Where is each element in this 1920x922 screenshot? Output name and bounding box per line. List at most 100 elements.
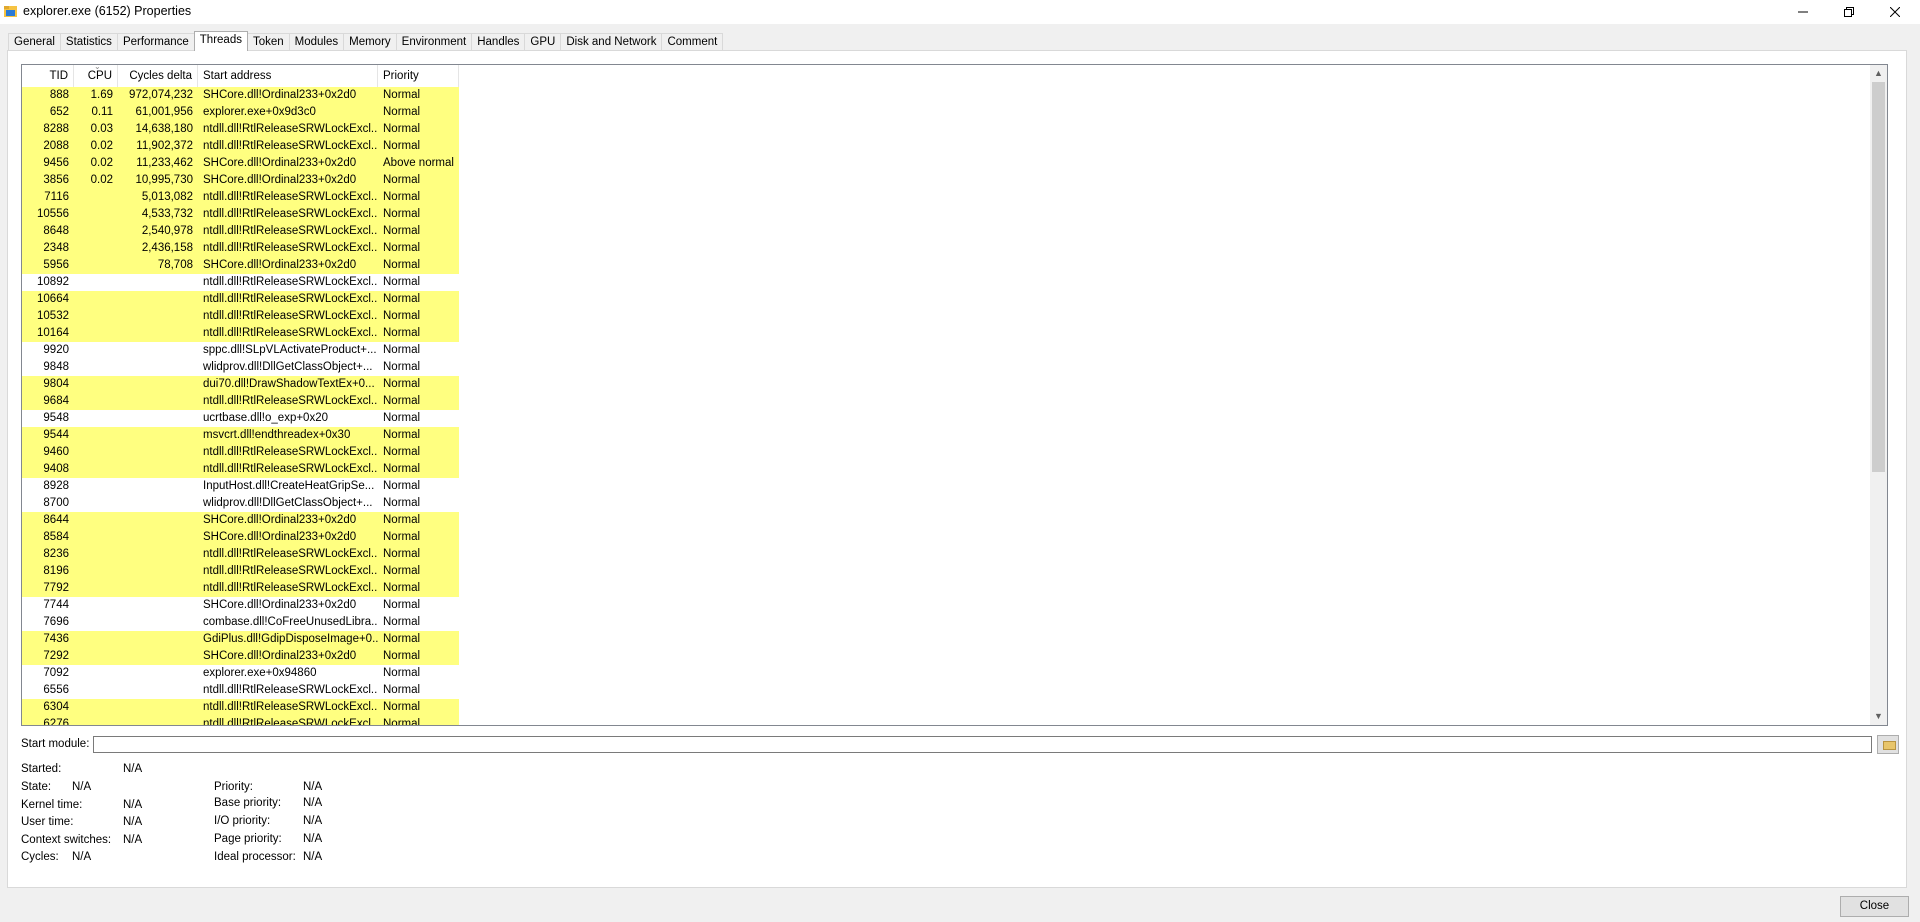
thread-priority: Normal [383,633,421,645]
scroll-up-icon[interactable]: ▲ [1870,65,1887,82]
table-row[interactable]: 8196 ntdll.dll!RtlReleaseSRWLockExcl... No… [22,563,459,580]
tab-modules[interactable]: Modules [288,33,345,51]
thread-priority: Normal [383,140,421,152]
close-icon[interactable] [1872,0,1917,24]
table-row[interactable]: 8584 SHCore.dll!Ordinal233+0x2d0 Normal [22,529,459,546]
thread-start-address: ntdll.dll!RtlReleaseSRWLockExcl... [203,582,378,594]
table-row[interactable]: 7436 GdiPlus.dll!GdipDisposeImage+0... Nor… [22,631,459,648]
tab-general[interactable]: General [8,33,61,51]
tab-threads[interactable]: Threads [193,31,248,51]
table-row[interactable]: 6304 ntdll.dll!RtlReleaseSRWLockExcl... No… [22,699,459,716]
thread-priority: Normal [383,667,421,679]
context-switches-label: Context switches: [21,834,112,846]
table-row[interactable]: 7792 ntdll.dll!RtlReleaseSRWLockExcl... No… [22,580,459,597]
thread-start-address: SHCore.dll!Ordinal233+0x2d0 [203,157,357,169]
table-row[interactable]: 9408 ntdll.dll!RtlReleaseSRWLockExcl... No… [22,461,459,478]
table-row[interactable]: 10664 ntdll.dll!RtlReleaseSRWLockExcl... N… [22,291,459,308]
table-row[interactable]: 8928 InputHost.dll!CreateHeatGripSe... Nor… [22,478,459,495]
thread-cpu [74,682,118,699]
table-row[interactable]: 9544 msvcrt.dll!endthreadex+0x30 Normal [22,427,459,444]
column-header-start-address[interactable]: Start address [198,65,378,87]
thread-tid: 8644 [43,514,69,526]
thread-cpu [74,308,118,325]
thread-tid: 7116 [44,191,69,203]
tab-environment[interactable]: Environment [395,33,473,51]
table-row[interactable]: 10892 ntdll.dll!RtlReleaseSRWLockExcl... N… [22,274,459,291]
thread-start-address: ntdll.dll!RtlReleaseSRWLockExcl... [203,140,378,152]
table-row[interactable]: 5956 78,708 SHCore.dll!Ordinal233+0x2d0 Nor… [22,257,459,274]
table-row[interactable]: 9456 0.02 11,233,462 SHCore.dll!Ordinal233+… [22,155,459,172]
table-row[interactable]: 7292 SHCore.dll!Ordinal233+0x2d0 Normal [22,648,459,665]
thread-cycles-delta [118,580,198,597]
column-header-cpu[interactable]: ⌄ CPU [74,65,118,87]
thread-cycles-delta [118,682,198,699]
table-row[interactable]: 9920 sppc.dll!SLpVLActivateProduct+... Nor… [22,342,459,359]
thread-start-address: ntdll.dll!RtlReleaseSRWLockExcl... [203,463,378,475]
table-row[interactable]: 8700 wlidprov.dll!DllGetClassObject+... No… [22,495,459,512]
table-row[interactable]: 8648 2,540,978 ntdll.dll!RtlReleaseSRWLock… [22,223,459,240]
start-module-field[interactable] [93,736,1872,753]
tab-comment[interactable]: Comment [661,33,724,51]
tab-memory[interactable]: Memory [343,33,397,51]
thread-start-address: ntdll.dll!RtlReleaseSRWLockExcl... [203,701,378,713]
close-button[interactable]: Close [1840,896,1909,917]
table-row[interactable]: 3856 0.02 10,995,730 SHCore.dll!Ordinal233+… [22,172,459,189]
column-header-cycles-delta[interactable]: Cycles delta [118,65,198,87]
thread-start-address: SHCore.dll!Ordinal233+0x2d0 [203,599,357,611]
table-row[interactable]: 9684 ntdll.dll!RtlReleaseSRWLockExcl... No… [22,393,459,410]
thread-start-address: SHCore.dll!Ordinal233+0x2d0 [203,89,357,101]
table-row[interactable]: 10556 4,533,732 ntdll.dll!RtlReleaseSRWLoc… [22,206,459,223]
table-row[interactable]: 10532 ntdll.dll!RtlReleaseSRWLockExcl... N… [22,308,459,325]
table-row[interactable]: 6556 ntdll.dll!RtlReleaseSRWLockExcl... No… [22,682,459,699]
page-priority-label: Page priority: [214,833,282,845]
table-row[interactable]: 8288 0.03 14,638,180 ntdll.dll!RtlReleaseSR… [22,121,459,138]
table-row[interactable]: 7092 explorer.exe+0x94860 Normal [22,665,459,682]
column-header-tid[interactable]: TID [22,65,74,87]
table-row[interactable]: 7744 SHCore.dll!Ordinal233+0x2d0 Normal [22,597,459,614]
vertical-scrollbar[interactable]: ▲ ▼ [1870,65,1887,725]
tab-statistics[interactable]: Statistics [59,33,118,51]
tab-performance[interactable]: Performance [116,33,195,51]
column-header-priority[interactable]: Priority [378,65,459,87]
table-row[interactable]: 9548 ucrtbase.dll!o_exp+0x20 Normal [22,410,459,427]
thread-priority: Normal [383,480,421,492]
tab-token[interactable]: Token [246,33,290,51]
table-row[interactable]: 7696 combase.dll!CoFreeUnusedLibra... Norm… [22,614,459,631]
browse-module-button[interactable] [1877,735,1899,754]
thread-cycles-delta: 972,074,232 [129,89,193,101]
minimize-icon[interactable] [1780,0,1825,24]
thread-cpu [74,597,118,614]
table-row[interactable]: 7116 5,013,082 ntdll.dll!RtlReleaseSRWLock… [22,189,459,206]
table-row[interactable]: 9460 ntdll.dll!RtlReleaseSRWLockExcl... No… [22,444,459,461]
table-row[interactable]: 6276 ntdll.dll!RtlReleaseSRWLockExcl... No… [22,716,459,725]
thread-start-address: SHCore.dll!Ordinal233+0x2d0 [203,650,357,662]
thread-priority: Normal [383,310,421,322]
table-row[interactable]: 9804 dui70.dll!DrawShadowTextEx+0... Norma… [22,376,459,393]
threads-list[interactable]: TID ⌄ CPU Cycles delta Start address Prio… [21,64,1888,726]
tab-bar: General Statistics Performance Threads T… [8,31,724,51]
table-row[interactable]: 652 0.11 61,001,956 explorer.exe+0x9d3c0 Nor… [22,104,459,121]
thread-priority: Normal [383,378,421,390]
started-value: N/A [123,763,143,775]
thread-tid: 6304 [43,701,69,713]
thread-cycles-delta: 11,233,462 [136,157,193,169]
table-row[interactable]: 10164 ntdll.dll!RtlReleaseSRWLockExcl... N… [22,325,459,342]
tab-gpu[interactable]: GPU [524,33,562,51]
thread-priority: Normal [383,276,421,288]
tab-disk-and-network[interactable]: Disk and Network [560,33,663,51]
tab-handles[interactable]: Handles [471,33,526,51]
thread-cpu [74,393,118,410]
table-row[interactable]: 2088 0.02 11,902,372 ntdll.dll!RtlReleaseSR… [22,138,459,155]
thread-cpu [74,206,118,223]
thread-priority: Normal [383,208,421,220]
table-row[interactable]: 8236 ntdll.dll!RtlReleaseSRWLockExcl... No… [22,546,459,563]
table-row[interactable]: 9848 wlidprov.dll!DllGetClassObject+... No… [22,359,459,376]
table-row[interactable]: 2348 2,436,158 ntdll.dll!RtlReleaseSRWLock… [22,240,459,257]
table-row[interactable]: 8644 SHCore.dll!Ordinal233+0x2d0 Normal [22,512,459,529]
table-row[interactable]: 888 1.69 972,074,232 SHCore.dll!Ordinal233+… [22,87,459,104]
restore-icon[interactable] [1826,0,1871,24]
thread-priority: Normal [383,174,421,186]
sort-arrow-icon: ⌄ [94,64,101,71]
scroll-down-icon[interactable]: ▼ [1870,708,1887,725]
scrollbar-thumb[interactable] [1872,82,1885,472]
